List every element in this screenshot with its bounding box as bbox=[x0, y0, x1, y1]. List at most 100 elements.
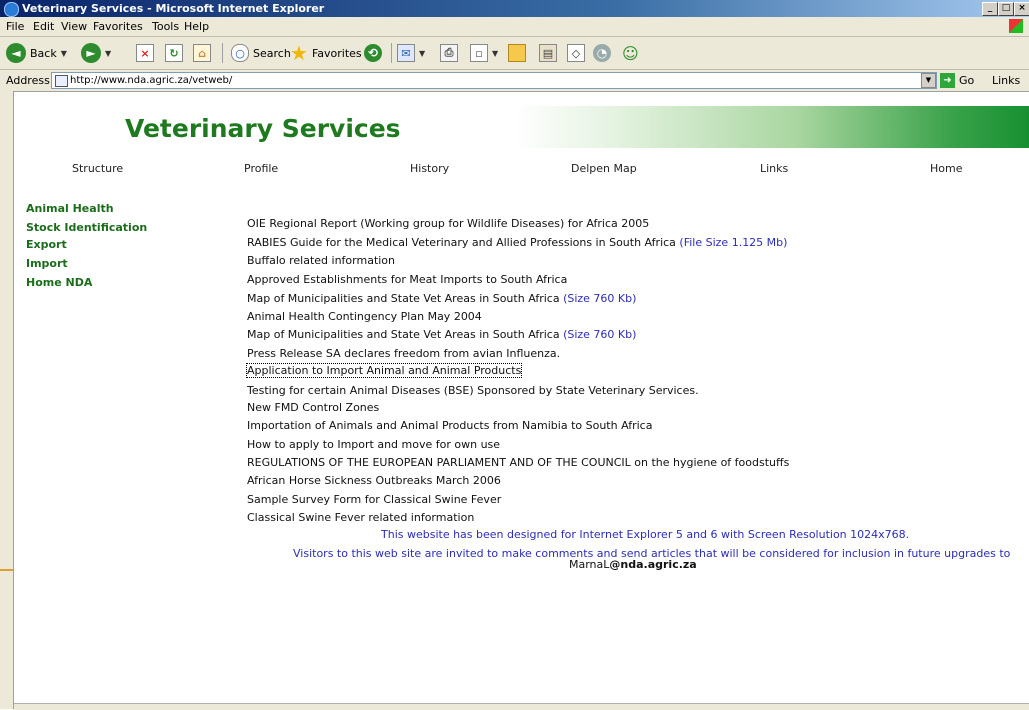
edit-button[interactable]: ▫ ▼ bbox=[470, 42, 498, 64]
forward-button[interactable]: ► ▼ bbox=[81, 42, 111, 64]
refresh-icon: ↻ bbox=[165, 44, 183, 62]
file-size-note: (Size 760 Kb) bbox=[563, 328, 637, 341]
go-arrow-icon: ➜ bbox=[940, 73, 955, 88]
menu-file[interactable]: File bbox=[6, 20, 24, 33]
home-icon: ⌂ bbox=[193, 44, 211, 62]
mail-button[interactable]: ✉ ▼ bbox=[397, 42, 425, 64]
back-arrow-icon: ◄ bbox=[6, 43, 26, 63]
sidebar-link-animal-health[interactable]: Animal Health bbox=[26, 202, 114, 215]
content-link[interactable]: New FMD Control Zones bbox=[247, 401, 379, 414]
minimize-button[interactable]: _ bbox=[982, 2, 998, 16]
contact-name: MarnaL bbox=[569, 558, 610, 571]
nav-structure[interactable]: Structure bbox=[72, 162, 123, 175]
address-url: http://www.nda.agric.za/vetweb/ bbox=[70, 75, 233, 86]
refresh-button[interactable]: ↻ bbox=[165, 42, 183, 64]
content-link-text: REGULATIONS OF THE EUROPEAN PARLIAMENT A… bbox=[247, 456, 790, 469]
window-title: Veterinary Services - Microsoft Internet… bbox=[22, 2, 325, 15]
people-icon: ☺ bbox=[622, 43, 639, 63]
messenger-button[interactable]: ◔ bbox=[593, 42, 611, 64]
contacts-button[interactable]: ☺ bbox=[622, 42, 639, 64]
content-link[interactable]: Testing for certain Animal Diseases (BSE… bbox=[247, 384, 699, 397]
nav-profile[interactable]: Profile bbox=[244, 162, 278, 175]
go-button[interactable]: ➜ Go bbox=[940, 73, 974, 88]
content-link[interactable]: Sample Survey Form for Classical Swine F… bbox=[247, 493, 501, 506]
star-icon: ★ bbox=[290, 41, 308, 65]
research-icon: ▤ bbox=[539, 44, 557, 62]
content-link[interactable]: OIE Regional Report (Working group for W… bbox=[247, 217, 649, 230]
sidebar-link-export[interactable]: Export bbox=[26, 238, 67, 251]
nav-links[interactable]: Links bbox=[760, 162, 788, 175]
history-icon: ⟲ bbox=[364, 44, 382, 62]
nav-home[interactable]: Home bbox=[930, 162, 962, 175]
address-dropdown-button[interactable]: ▼ bbox=[921, 73, 936, 88]
print-icon: ⎙ bbox=[440, 44, 458, 62]
media-button[interactable]: ◇ bbox=[567, 42, 585, 64]
content-link-text: Testing for certain Animal Diseases (BSE… bbox=[247, 384, 699, 397]
search-button[interactable]: ○ Search bbox=[231, 42, 291, 64]
content-link-text: Animal Health Contingency Plan May 2004 bbox=[247, 310, 482, 323]
nav-history[interactable]: History bbox=[410, 162, 449, 175]
back-button[interactable]: ◄ Back ▼ bbox=[6, 42, 67, 64]
sidebar-link-stock-identification[interactable]: Stock Identification bbox=[26, 221, 147, 234]
print-button[interactable]: ⎙ bbox=[440, 42, 458, 64]
decorative-line bbox=[0, 569, 13, 571]
content-link[interactable]: Animal Health Contingency Plan May 2004 bbox=[247, 310, 482, 323]
address-bar: Address http://www.nda.agric.za/vetweb/ … bbox=[0, 70, 1029, 92]
home-button[interactable]: ⌂ bbox=[193, 42, 211, 64]
browser-notice: This website has been designed for Inter… bbox=[381, 528, 910, 541]
toolbar-separator bbox=[391, 43, 392, 63]
stop-button[interactable]: × bbox=[136, 42, 154, 64]
address-input[interactable]: http://www.nda.agric.za/vetweb/ bbox=[51, 72, 937, 89]
window-left-border bbox=[0, 91, 14, 709]
contact-domain: @nda.agric.za bbox=[609, 558, 697, 571]
content-link[interactable]: Importation of Animals and Animal Produc… bbox=[247, 419, 652, 432]
address-label: Address bbox=[6, 74, 50, 87]
chevron-down-icon: ▼ bbox=[419, 48, 426, 58]
stop-icon: × bbox=[136, 44, 154, 62]
menu-favorites[interactable]: Favorites bbox=[93, 20, 143, 33]
content-link[interactable]: Press Release SA declares freedom from a… bbox=[247, 347, 560, 360]
mail-icon: ✉ bbox=[397, 44, 415, 62]
content-link-text: African Horse Sickness Outbreaks March 2… bbox=[247, 474, 501, 487]
menu-help[interactable]: Help bbox=[184, 20, 209, 33]
history-button[interactable]: ⟲ bbox=[364, 42, 382, 64]
contact-email-link[interactable]: MarnaL@nda.agric.za bbox=[569, 558, 697, 571]
chevron-down-icon: ▼ bbox=[492, 48, 499, 58]
edit-page-icon: ▫ bbox=[470, 44, 488, 62]
content-link[interactable]: Map of Municipalities and State Vet Area… bbox=[247, 328, 636, 341]
sidebar-link-import[interactable]: Import bbox=[26, 257, 68, 270]
content-link[interactable]: Classical Swine Fever related informatio… bbox=[247, 511, 474, 524]
content-link-text: Application to Import Animal and Animal … bbox=[245, 363, 523, 378]
content-link[interactable]: Buffalo related information bbox=[247, 254, 395, 267]
chevron-down-icon: ▼ bbox=[60, 48, 67, 58]
content-link[interactable]: Approved Establishments for Meat Imports… bbox=[247, 273, 567, 286]
nav-delpen-map[interactable]: Delpen Map bbox=[571, 162, 637, 175]
links-toolbar-button[interactable]: Links bbox=[992, 74, 1020, 87]
close-button[interactable]: × bbox=[1014, 2, 1029, 16]
toolbar: ◄ Back ▼ ► ▼ × ↻ ⌂ ○ Search ★ Favorites … bbox=[0, 37, 1029, 70]
research-button[interactable]: ▤ bbox=[539, 42, 557, 64]
menu-edit[interactable]: Edit bbox=[33, 20, 54, 33]
chat-icon: ◔ bbox=[593, 44, 611, 62]
ie-icon bbox=[4, 2, 19, 17]
content-link[interactable]: REGULATIONS OF THE EUROPEAN PARLIAMENT A… bbox=[247, 456, 789, 469]
maximize-button[interactable]: □ bbox=[998, 2, 1014, 16]
header-gradient-banner bbox=[514, 106, 1029, 148]
chevron-down-icon: ▼ bbox=[105, 48, 112, 58]
favorites-button[interactable]: ★ Favorites bbox=[290, 41, 362, 65]
content-link-text: Classical Swine Fever related informatio… bbox=[247, 511, 475, 524]
content-link-text: Importation of Animals and Animal Produc… bbox=[247, 419, 653, 432]
file-size-note: (File Size 1.125 Mb) bbox=[679, 236, 788, 249]
content-link[interactable]: RABIES Guide for the Medical Veterinary … bbox=[247, 236, 787, 249]
menu-bar: File Edit View Favorites Tools Help bbox=[0, 17, 1029, 37]
sidebar-link-home-nda[interactable]: Home NDA bbox=[26, 276, 92, 289]
content-link-focused[interactable]: Application to Import Animal and Animal … bbox=[245, 363, 523, 378]
menu-tools[interactable]: Tools bbox=[152, 20, 179, 33]
content-link[interactable]: How to apply to Import and move for own … bbox=[247, 438, 500, 451]
content-link[interactable]: African Horse Sickness Outbreaks March 2… bbox=[247, 474, 501, 487]
folder-button[interactable] bbox=[508, 42, 526, 64]
title-bar: Veterinary Services - Microsoft Internet… bbox=[0, 0, 1029, 17]
menu-view[interactable]: View bbox=[61, 20, 87, 33]
content-link[interactable]: Map of Municipalities and State Vet Area… bbox=[247, 292, 636, 305]
page-icon bbox=[55, 75, 68, 87]
